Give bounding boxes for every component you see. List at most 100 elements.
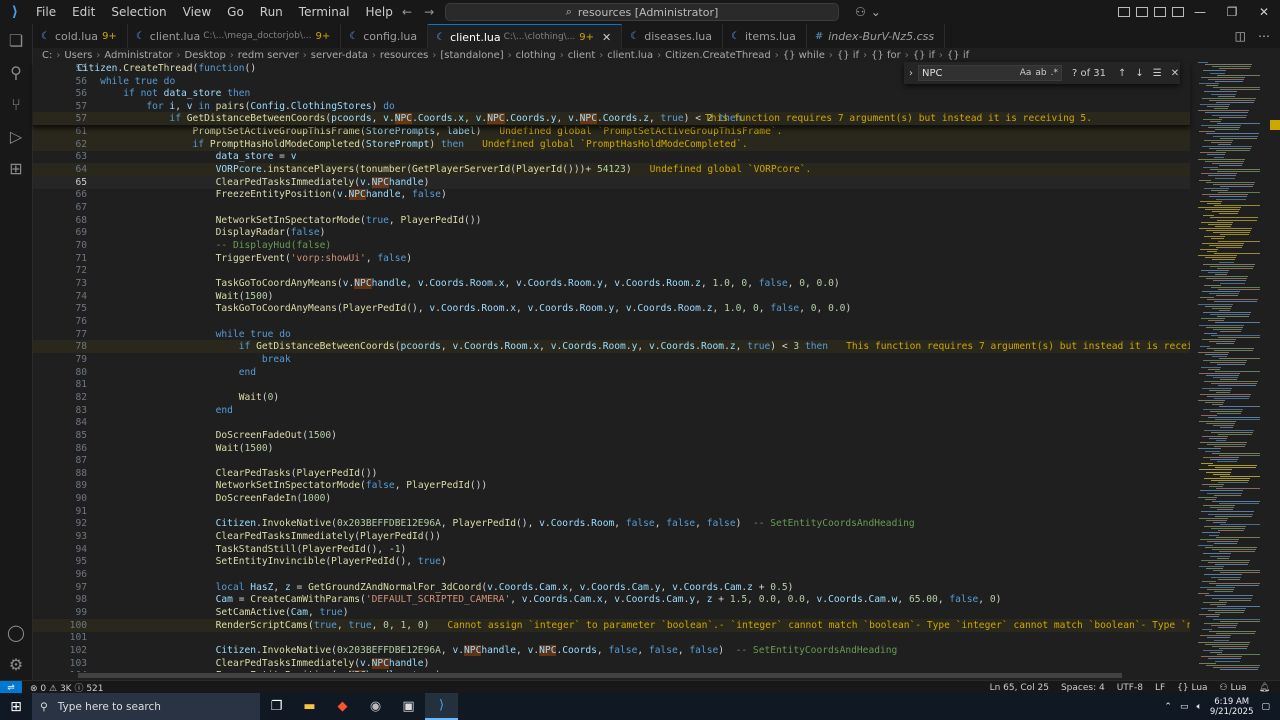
breadcrumb-item[interactable]: client.lua (607, 50, 653, 61)
code-line[interactable]: 87 (33, 454, 1190, 467)
code-line[interactable]: 100 RenderScriptCams(true, true, 0, 1, 0… (33, 618, 1190, 632)
breadcrumb-item[interactable]: client (568, 50, 595, 61)
code-line[interactable]: 75 TaskGoToCoordAnyMeans(PlayerPedId(), … (33, 302, 1190, 315)
breadcrumb-item[interactable]: {} if (913, 50, 935, 61)
menu-item[interactable]: Go (219, 0, 252, 24)
code-editor[interactable]: 61 PromptSetActiveGroupThisFrame(StorePr… (33, 62, 1190, 672)
tab-diseases-lua[interactable]: ☾ diseases.lua (622, 24, 724, 48)
toggle-replace-chevron-icon[interactable]: › (904, 68, 918, 79)
scrollbar-thumb[interactable] (1270, 120, 1280, 130)
customize-layout-icon[interactable] (1118, 7, 1130, 17)
code-line[interactable]: 96 (33, 568, 1190, 581)
clock[interactable]: 6:19 AM 9/21/2025 (1210, 697, 1254, 717)
find-input[interactable]: NPC Aa ab .* (918, 65, 1062, 81)
sticky-line[interactable]: 57 for i, v in pairs(Config.ClothingStor… (33, 100, 1190, 113)
code-line[interactable]: 86 Wait(1500) (33, 442, 1190, 455)
code-line[interactable]: 102 Citizen.InvokeNative(0x203BEFFDBE12E… (33, 644, 1190, 657)
brave-browser-icon[interactable]: ◆ (326, 693, 359, 720)
network-icon[interactable]: ▭ (1180, 702, 1189, 712)
code-line[interactable]: 66 FreezeEntityPosition(v.NPChandle, fal… (33, 188, 1190, 201)
menu-item[interactable]: Edit (64, 0, 103, 24)
code-line[interactable]: 97 local HasZ, z = GetGroundZAndNormalFo… (33, 581, 1190, 594)
code-line[interactable]: 101 (33, 631, 1190, 644)
code-line[interactable]: 61 PromptSetActiveGroupThisFrame(StorePr… (33, 125, 1190, 138)
next-match-icon[interactable]: ↓ (1135, 68, 1143, 79)
breadcrumb-item[interactable]: resources (380, 50, 428, 61)
menu-item[interactable]: Run (252, 0, 291, 24)
toggle-primary-sidebar-icon[interactable] (1136, 7, 1148, 17)
code-line[interactable]: 74 Wait(1500) (33, 290, 1190, 303)
code-line[interactable]: 80 end (33, 366, 1190, 379)
back-arrow-icon[interactable]: ← (402, 5, 412, 19)
windows-start-icon[interactable]: ⊞ (0, 699, 32, 715)
close-find-icon[interactable]: ✕ (1171, 68, 1179, 79)
breadcrumb-item[interactable]: server-data (311, 50, 368, 61)
code-line[interactable]: 81 (33, 378, 1190, 391)
breadcrumb-item[interactable]: [standalone] (440, 50, 503, 61)
whole-word-toggle[interactable]: ab (1035, 68, 1046, 78)
code-line[interactable]: 103 ClearPedTasksImmediately(v.NPChandle… (33, 657, 1190, 670)
source-control-icon[interactable]: ⑂ (0, 88, 32, 120)
extensions-icon[interactable]: ⊞ (0, 152, 32, 184)
menu-item[interactable]: View (175, 0, 219, 24)
horizontal-scrollbar[interactable] (78, 672, 1190, 680)
tab-cold-lua[interactable]: ☾ cold.lua 9+ (33, 24, 128, 48)
indentation[interactable]: Spaces: 4 (1061, 683, 1105, 693)
breadcrumb-item[interactable]: C: (42, 50, 52, 61)
tab-config-lua[interactable]: ☾ config.lua (341, 24, 429, 48)
code-line[interactable]: 78 if GetDistanceBetweenCoords(pcoords, … (33, 340, 1190, 354)
horizontal-scrollbar-thumb[interactable] (78, 673, 1122, 678)
breadcrumb-item[interactable]: {} for (871, 50, 901, 61)
code-line[interactable]: 89 NetworkSetInSpectatorMode(false, Play… (33, 479, 1190, 492)
notification-center-icon[interactable]: ▢ (1261, 702, 1270, 712)
toggle-panel-icon[interactable] (1154, 7, 1166, 17)
breadcrumb-item[interactable]: redm server (238, 50, 299, 61)
code-line[interactable]: 69 DisplayRadar(false) (33, 226, 1190, 239)
match-case-toggle[interactable]: Aa (1020, 68, 1032, 78)
breadcrumb-item[interactable]: Administrator (104, 50, 172, 61)
command-center[interactable]: ⌕ resources [Administrator] (445, 3, 839, 21)
code-line[interactable]: 65 ClearPedTasksImmediately(v.NPChandle) (33, 176, 1190, 189)
code-line[interactable]: 62 if PromptHasHoldModeCompleted(StorePr… (33, 137, 1190, 151)
toggle-secondary-sidebar-icon[interactable] (1172, 7, 1184, 17)
code-line[interactable]: 99 SetCamActive(Cam, true) (33, 606, 1190, 619)
close-tab-icon[interactable]: ✕ (602, 31, 611, 44)
menu-item[interactable]: Terminal (291, 0, 358, 24)
code-line[interactable]: 91 (33, 505, 1190, 518)
run-debug-icon[interactable]: ▷ (0, 120, 32, 152)
language-mode[interactable]: {} Lua (1177, 683, 1207, 693)
manage-gear-icon[interactable]: ⚙ (0, 648, 32, 680)
code-line[interactable]: 94 TaskStandStill(PlayerPedId(), -1) (33, 543, 1190, 556)
regex-toggle[interactable]: .* (1051, 68, 1058, 78)
file-explorer-icon[interactable]: ▬ (293, 693, 326, 720)
cursor-position[interactable]: Ln 65, Col 25 (990, 683, 1049, 693)
sticky-line[interactable]: 57 if GetDistanceBetweenCoords(pcoords, … (33, 112, 1190, 125)
code-line[interactable]: 73 TaskGoToCoordAnyMeans(v.NPChandle, v.… (33, 277, 1190, 290)
code-line[interactable]: 95 SetEntityInvincible(PlayerPedId(), tr… (33, 555, 1190, 568)
end-of-line[interactable]: LF (1155, 683, 1165, 693)
encoding[interactable]: UTF-8 (1117, 683, 1143, 693)
minimap[interactable] (1190, 62, 1270, 672)
code-line[interactable]: 77 while true do (33, 328, 1190, 341)
breadcrumb-item[interactable]: Citizen.CreateThread (665, 50, 771, 61)
split-editor-icon[interactable]: ◫ (1235, 29, 1246, 43)
breadcrumb-item[interactable]: Users (64, 50, 92, 61)
code-line[interactable]: 76 (33, 315, 1190, 328)
explorer-icon[interactable]: ❏ (0, 24, 32, 56)
code-line[interactable]: 83 end (33, 404, 1190, 417)
search-view-icon[interactable]: ⚲ (0, 56, 32, 88)
close-window-icon[interactable]: ✕ (1248, 0, 1280, 24)
language-server[interactable]: ⚇ Lua (1220, 683, 1247, 693)
maximize-icon[interactable]: ❐ (1216, 0, 1248, 24)
previous-match-icon[interactable]: ↑ (1118, 68, 1126, 79)
code-line[interactable]: 68 NetworkSetInSpectatorMode(true, Playe… (33, 214, 1190, 227)
breadcrumb-item[interactable]: {} while (783, 50, 825, 61)
tab-client-lua[interactable]: ☾ client.lua C:\...\clothing\... 9+ ✕ (428, 24, 623, 49)
menu-item[interactable]: Selection (103, 0, 174, 24)
breadcrumb-item[interactable]: {} if (837, 50, 859, 61)
taskbar-search[interactable]: ⚲ Type here to search (32, 693, 260, 720)
sticky-line[interactable]: 56 if not data_store then (33, 87, 1190, 100)
code-line[interactable]: 90 DoScreenFadeIn(1000) (33, 492, 1190, 505)
code-line[interactable]: 92 Citizen.InvokeNative(0x203BEFFDBE12E9… (33, 517, 1190, 530)
menu-item[interactable]: Help (358, 0, 401, 24)
